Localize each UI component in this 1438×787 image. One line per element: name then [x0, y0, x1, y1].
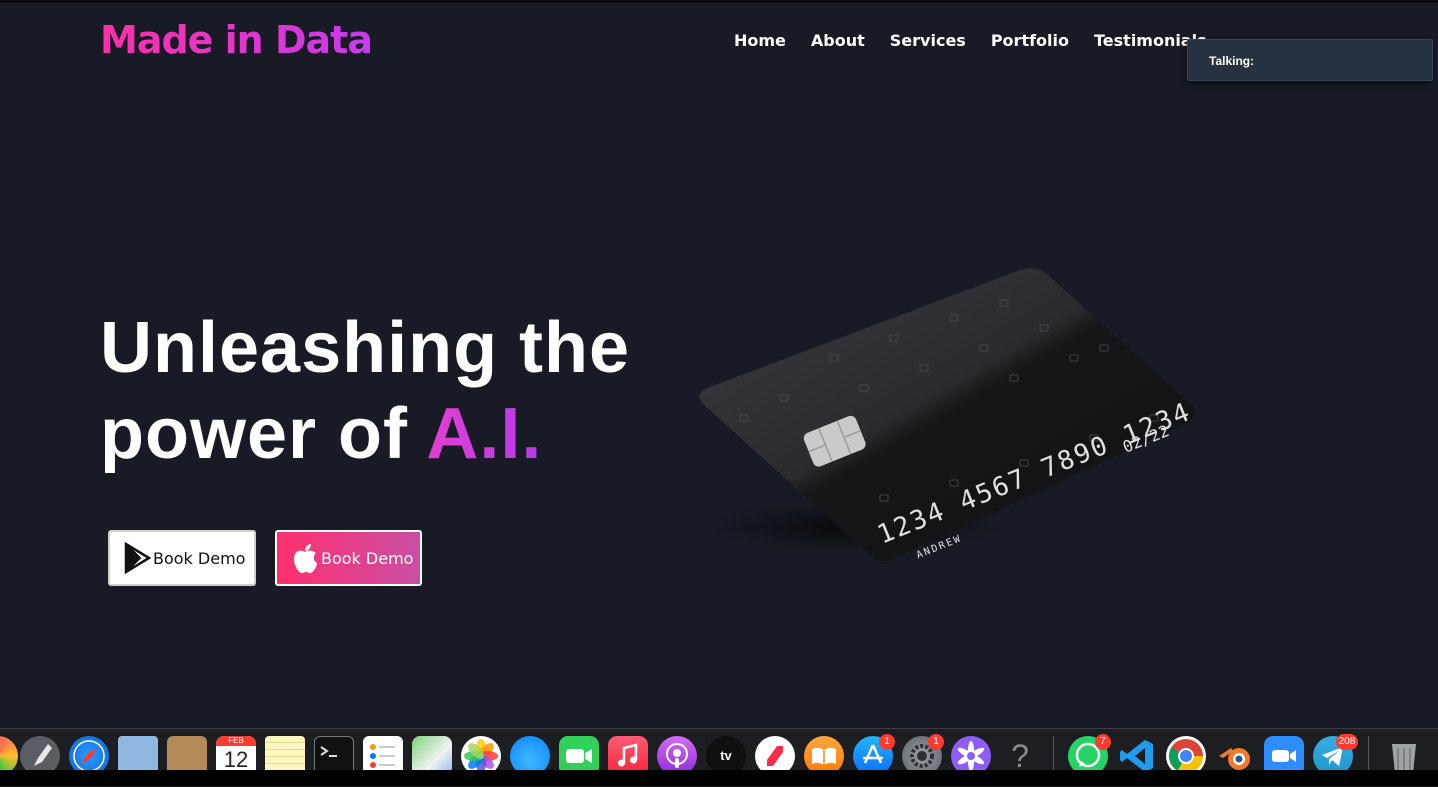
nav-services[interactable]: Services	[890, 31, 966, 50]
book-demo-play-button[interactable]: Book Demo	[108, 530, 256, 586]
screen-bottom-edge	[0, 770, 1438, 786]
nav-portfolio[interactable]: Portfolio	[991, 31, 1069, 50]
book-demo-apple-button[interactable]: Book Demo	[275, 530, 422, 586]
settings-badge: 1	[928, 734, 944, 750]
telegram-badge: 208	[1336, 734, 1358, 750]
calendar-month: FEB	[216, 736, 256, 746]
talking-label: Talking:	[1209, 54, 1255, 68]
window-top-edge	[0, 0, 1438, 3]
apple-tv-label: tv	[720, 748, 732, 763]
main-nav: Home About Services Portfolio Testimonia…	[734, 31, 1207, 50]
credit-card-illustration: 1234 4567 7890 1234 ANDREW 02/22	[699, 268, 1196, 561]
book-demo-apple-label: Book Demo	[321, 548, 414, 568]
brand-logo[interactable]: Made in Data	[100, 18, 373, 62]
nav-home[interactable]: Home	[734, 31, 786, 50]
nav-about[interactable]: About	[811, 31, 865, 50]
app-store-badge: 1	[879, 734, 895, 750]
hero-heading: Unleashing the power of A.I.	[100, 305, 630, 477]
hero-accent-text: A.I.	[426, 394, 543, 474]
dock-divider	[1053, 736, 1054, 770]
apple-icon	[294, 544, 317, 573]
dock-divider-trash	[1368, 736, 1369, 770]
play-store-icon	[124, 542, 151, 574]
talking-popup: Talking:	[1187, 39, 1433, 81]
hero-line-2-prefix: power of	[100, 394, 427, 474]
book-demo-play-label: Book Demo	[153, 548, 246, 568]
whatsapp-badge: 7	[1095, 734, 1111, 750]
hero-line-2: power of A.I.	[100, 391, 630, 477]
hero-line-1: Unleashing the	[100, 308, 631, 388]
help-glyph: ?	[1011, 738, 1029, 774]
